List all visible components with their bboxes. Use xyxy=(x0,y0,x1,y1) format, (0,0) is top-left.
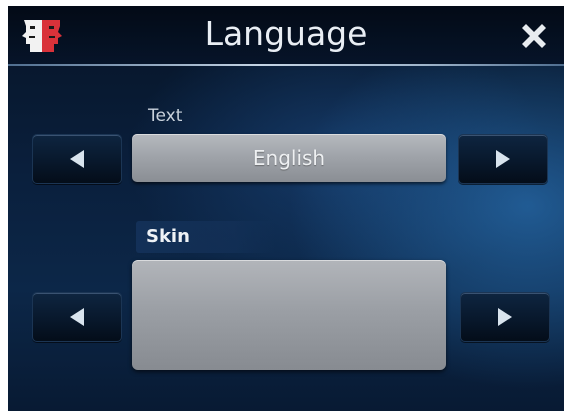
text-label: Text xyxy=(148,106,183,126)
arrow-left-icon xyxy=(70,150,84,168)
text-next-button[interactable] xyxy=(458,134,548,184)
skin-next-button[interactable] xyxy=(460,292,550,342)
close-icon[interactable] xyxy=(518,20,550,52)
text-language-value: English xyxy=(252,146,326,170)
arrow-right-icon xyxy=(498,308,512,326)
text-prev-button[interactable] xyxy=(32,134,122,184)
text-language-selector[interactable]: English xyxy=(132,134,446,182)
window-title: Language xyxy=(204,14,368,53)
arrow-right-icon xyxy=(496,150,510,168)
language-screen: Language Text English Skin xyxy=(8,6,564,411)
title-bar: Language xyxy=(8,6,564,64)
arrow-left-icon xyxy=(70,308,84,326)
title-divider xyxy=(8,64,564,66)
skin-label: Skin xyxy=(146,226,190,247)
skin-prev-button[interactable] xyxy=(32,292,122,342)
skin-preview[interactable] xyxy=(132,260,446,370)
